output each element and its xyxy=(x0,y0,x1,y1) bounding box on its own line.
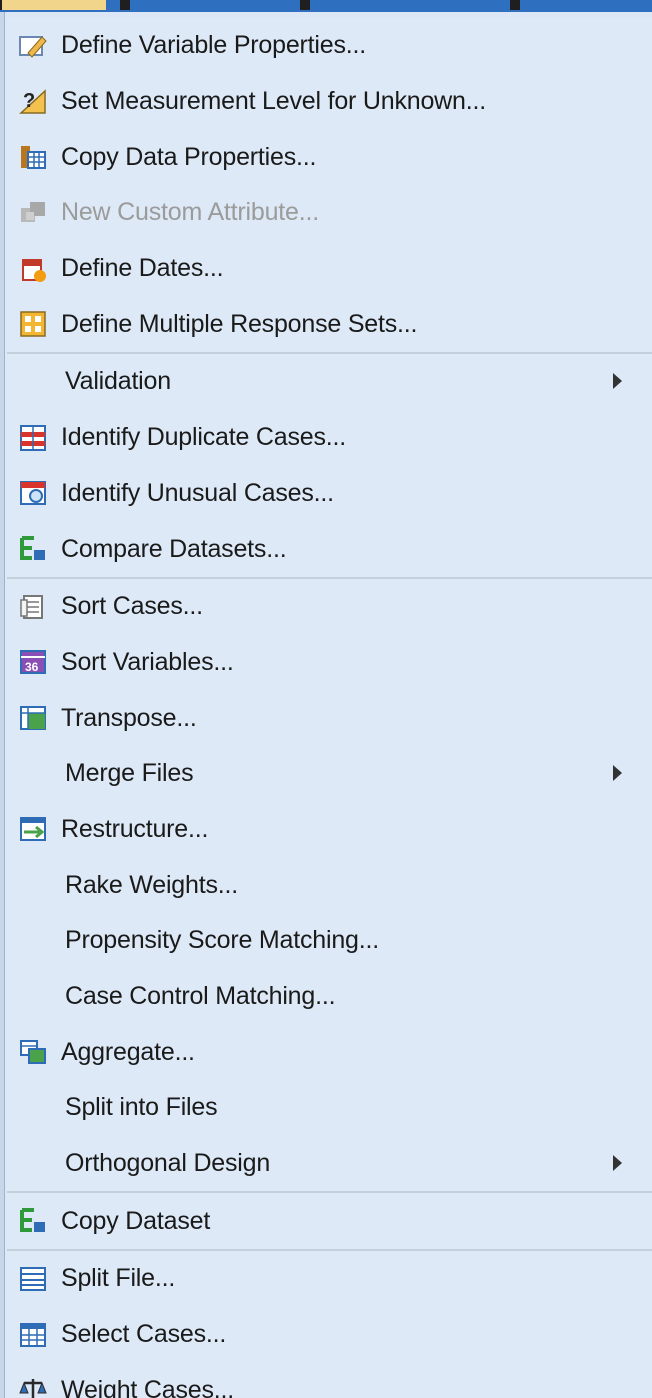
compare-datasets-icon xyxy=(5,521,61,577)
svg-text:36: 36 xyxy=(25,660,39,674)
menu-item-orthogonal-design[interactable]: Orthogonal Design xyxy=(5,1136,652,1192)
menu-item-label: Merge Files xyxy=(65,759,194,788)
menu-item-label: Select Cases... xyxy=(61,1320,227,1349)
menu-item-label: Sort Variables... xyxy=(61,647,234,676)
menu-item-label: Rake Weights... xyxy=(65,870,239,899)
custom-attribute-icon xyxy=(5,185,61,241)
data-menu-dropdown: Define Variable Properties... ? Set Meas… xyxy=(5,18,652,1398)
menu-item-copy-data-properties[interactable]: Copy Data Properties... xyxy=(5,129,652,185)
menu-bar-tab-data[interactable] xyxy=(0,0,106,10)
menu-item-label: Copy Dataset xyxy=(61,1206,211,1235)
submenu-arrow-icon xyxy=(613,1154,622,1171)
menu-item-sort-cases[interactable]: Sort Cases... xyxy=(5,579,652,635)
menu-bar-strip xyxy=(0,0,652,12)
menu-item-new-custom-attribute[interactable]: New Custom Attribute... xyxy=(5,185,652,241)
unusual-cases-icon xyxy=(5,466,61,522)
menu-item-propensity-score-matching[interactable]: Propensity Score Matching... xyxy=(5,913,652,969)
submenu-arrow-icon xyxy=(613,372,622,389)
menu-item-label: Weight Cases... xyxy=(61,1375,235,1398)
restructure-icon xyxy=(5,802,61,858)
menu-item-label: Identify Unusual Cases... xyxy=(61,478,334,507)
menu-item-copy-dataset[interactable]: Copy Dataset xyxy=(5,1193,652,1249)
menu-item-label: Compare Datasets... xyxy=(61,534,287,563)
menu-item-label: Define Variable Properties... xyxy=(61,31,367,60)
menu-item-label: Define Multiple Response Sets... xyxy=(61,309,418,338)
menu-item-label: Set Measurement Level for Unknown... xyxy=(61,87,486,116)
menu-item-label: Propensity Score Matching... xyxy=(65,926,379,955)
menu-item-validation[interactable]: Validation xyxy=(5,354,652,410)
menu-item-label: Transpose... xyxy=(61,703,197,732)
menu-item-split-into-files[interactable]: Split into Files xyxy=(5,1080,652,1136)
transpose-icon xyxy=(5,690,61,746)
menu-item-select-cases[interactable]: Select Cases... xyxy=(5,1307,652,1363)
menu-item-case-control-matching[interactable]: Case Control Matching... xyxy=(5,969,652,1025)
select-cases-icon xyxy=(5,1307,61,1363)
menu-item-rake-weights[interactable]: Rake Weights... xyxy=(5,857,652,913)
menu-item-set-measurement-level[interactable]: ? Set Measurement Level for Unknown... xyxy=(5,74,652,130)
menu-item-aggregate[interactable]: Aggregate... xyxy=(5,1024,652,1080)
menu-item-merge-files[interactable]: Merge Files xyxy=(5,746,652,802)
define-dates-icon xyxy=(5,241,61,297)
menu-item-label: Restructure... xyxy=(61,814,209,843)
menu-item-identify-duplicate-cases[interactable]: Identify Duplicate Cases... xyxy=(5,410,652,466)
menu-item-label: Copy Data Properties... xyxy=(61,142,317,171)
multiple-response-icon xyxy=(5,296,61,352)
menu-item-sort-variables[interactable]: 36 Sort Variables... xyxy=(5,635,652,691)
menu-item-label: Validation xyxy=(65,367,171,396)
menu-item-define-variable-properties[interactable]: Define Variable Properties... xyxy=(5,18,652,74)
menu-item-define-multiple-response-sets[interactable]: Define Multiple Response Sets... xyxy=(5,296,652,352)
menu-item-label: New Custom Attribute... xyxy=(61,198,319,227)
menu-item-define-dates[interactable]: Define Dates... xyxy=(5,241,652,297)
menu-item-label: Case Control Matching... xyxy=(65,982,336,1011)
menu-item-split-file[interactable]: Split File... xyxy=(5,1251,652,1307)
menu-item-label: Split File... xyxy=(61,1264,176,1293)
sort-variables-icon: 36 xyxy=(5,635,61,691)
menu-item-compare-datasets[interactable]: Compare Datasets... xyxy=(5,521,652,577)
menu-item-label: Define Dates... xyxy=(61,254,224,283)
menu-item-transpose[interactable]: Transpose... xyxy=(5,690,652,746)
menu-item-label: Aggregate... xyxy=(61,1037,195,1066)
menu-item-label: Sort Cases... xyxy=(61,592,203,621)
define-variable-properties-icon xyxy=(5,18,61,74)
svg-text:?: ? xyxy=(23,90,35,112)
copy-data-properties-icon xyxy=(5,129,61,185)
menu-bar-tab[interactable] xyxy=(120,0,130,10)
weight-cases-icon xyxy=(5,1363,61,1398)
sort-cases-icon xyxy=(5,579,61,635)
submenu-arrow-icon xyxy=(613,764,622,781)
menu-item-weight-cases[interactable]: Weight Cases... xyxy=(5,1363,652,1398)
split-file-icon xyxy=(5,1251,61,1307)
menu-bar-tab[interactable] xyxy=(300,0,310,10)
menu-item-restructure[interactable]: Restructure... xyxy=(5,802,652,858)
duplicate-cases-icon xyxy=(5,410,61,466)
menu-bar-tab[interactable] xyxy=(510,0,520,10)
menu-item-label: Orthogonal Design xyxy=(65,1149,271,1178)
menu-item-identify-unusual-cases[interactable]: Identify Unusual Cases... xyxy=(5,466,652,522)
measurement-level-icon: ? xyxy=(5,74,61,130)
copy-dataset-icon xyxy=(5,1193,61,1249)
aggregate-icon xyxy=(5,1024,61,1080)
menu-item-label: Split into Files xyxy=(65,1093,218,1122)
menu-item-label: Identify Duplicate Cases... xyxy=(61,423,347,452)
